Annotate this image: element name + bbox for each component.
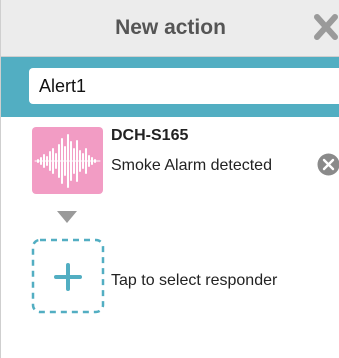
action-editor-panel: New action Alert1 DCH-S165 Smoke Alarm d… xyxy=(0,0,339,358)
page-title: New action xyxy=(115,16,226,39)
triangle-down-icon xyxy=(57,211,77,223)
trigger-event-text: Smoke Alarm detected xyxy=(111,157,272,174)
trigger-device-name: DCH-S165 xyxy=(111,127,189,144)
close-icon[interactable] xyxy=(312,12,339,42)
dashed-add-box xyxy=(31,238,105,314)
sound-wave-icon xyxy=(34,134,101,188)
add-responder-label: Tap to select responder xyxy=(111,272,278,289)
trigger-row: DCH-S165 Smoke Alarm detected xyxy=(1,117,339,205)
action-name-band xyxy=(1,57,339,117)
action-name-input[interactable] xyxy=(29,68,339,104)
header-bar: New action xyxy=(1,0,339,57)
trigger-device-icon xyxy=(32,127,103,194)
remove-circle-icon[interactable] xyxy=(317,153,339,176)
plus-icon xyxy=(54,263,82,291)
add-responder-button[interactable]: Tap to select responder xyxy=(31,238,339,314)
